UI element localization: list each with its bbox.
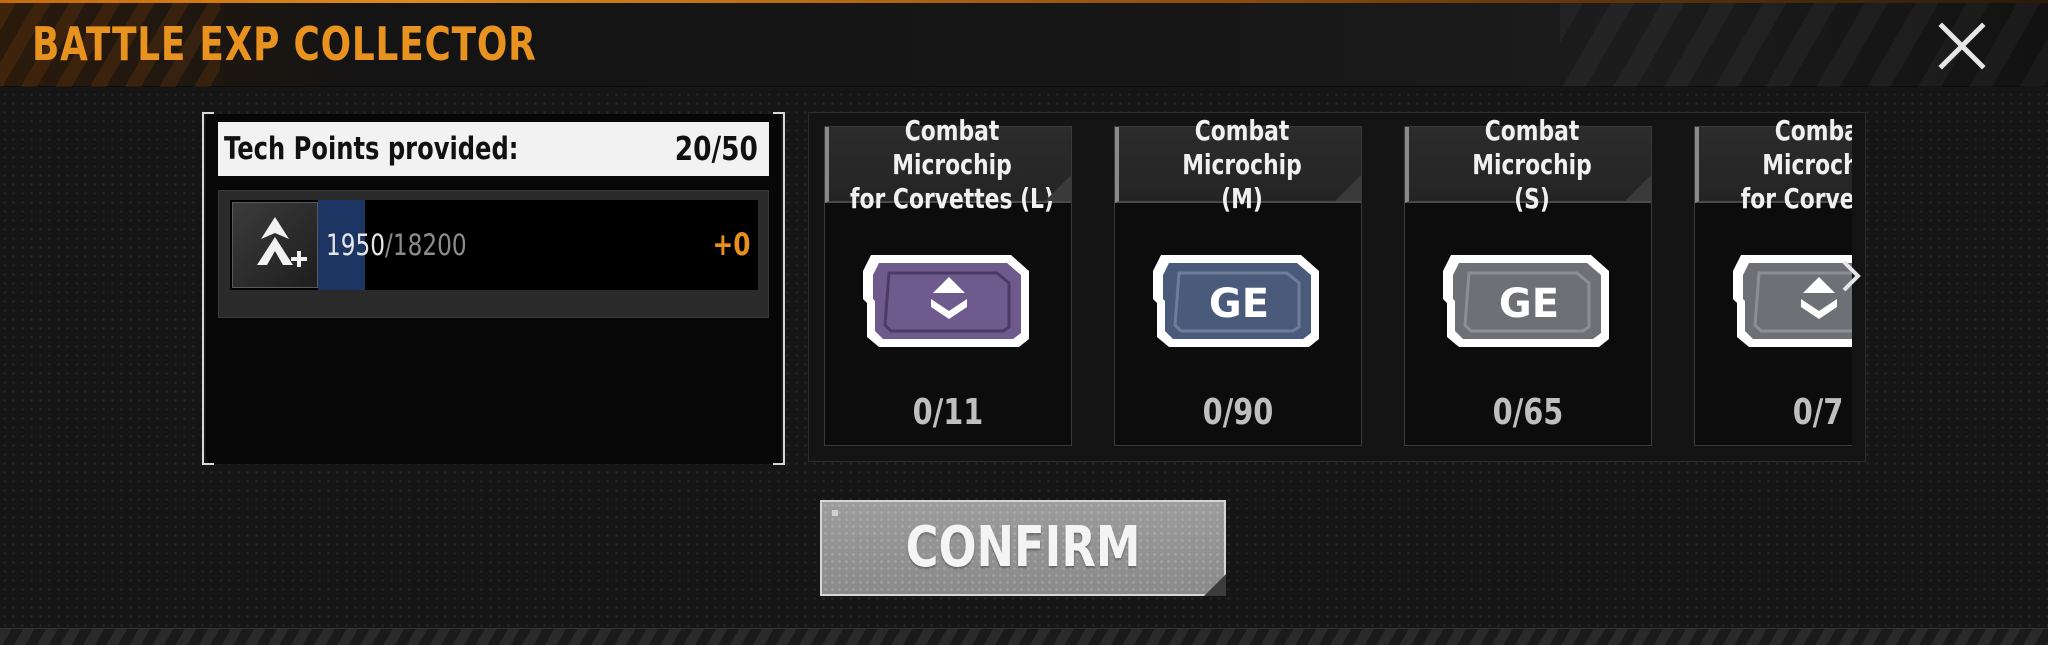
ge-chip-icon: GE [1153,255,1319,347]
confirm-label: CONFIRM [905,515,1141,580]
tech-points-label: Tech Points provided: [224,131,519,167]
card-title: Combat Microchip for Corvettes (L) [850,114,1054,215]
card-count: 0/90 [1202,392,1274,433]
microchip-card[interactable]: Combat Microchip (M) GE 0/90 [1114,114,1362,446]
button-corner-dot [832,510,838,516]
card-title-bar: Combat Microchip (M) [1115,114,1361,215]
ge-chip-icon: GE [1443,255,1609,347]
card-count: 0/7 [1792,392,1844,433]
card-title: Combat Microchip (M) [1182,114,1302,215]
rank-up-icon [232,202,318,288]
microchip-scroll-area[interactable]: Combat Microchip for Corvettes (L) 0/11 … [808,112,1852,462]
card-title-bar: Combat Microchip (S) [1405,114,1651,215]
card-title: Combat Microchip (S) [1472,114,1592,215]
chevron-right-icon [1842,260,1861,292]
frame-corner [773,463,783,465]
frame-corner [773,112,783,114]
chevron-chip-icon [1733,255,1852,347]
exp-value: 1950/18200 [326,200,467,290]
card-title-bar: Combat Microchip for Corvettes (L) [825,114,1071,215]
card-count: 0/11 [912,392,984,433]
frame-corner [204,112,214,114]
bottom-stripes [0,628,2048,645]
frame-corner [204,463,214,465]
microchip-card[interactable]: Combat Microchip for Corvettes (L) 0/11 [824,114,1072,446]
card-title-bar: Combat Microchip for Corvettes [1695,114,1852,215]
top-accent-line [0,0,2048,3]
chip-label: GE [1499,281,1559,327]
microchip-card[interactable]: Combat Microchip (S) GE 0/65 [1404,114,1652,446]
scroll-right-button[interactable] [1840,258,1862,294]
close-icon [1938,22,1986,70]
card-count: 0/65 [1492,392,1564,433]
chevron-chip-icon [863,255,1029,347]
chip-label: GE [1209,281,1269,327]
card-title: Combat Microchip for Corvettes [1740,114,1852,215]
tech-points-value: 20/50 [674,129,758,168]
page-title: BATTLE EXP COLLECTOR [32,17,537,71]
microchip-card[interactable]: Combat Microchip for Corvettes 0/7 [1694,114,1852,446]
exp-current: 1950 [326,228,386,262]
exp-max: /18200 [385,228,467,262]
confirm-button[interactable]: CONFIRM [820,500,1226,596]
exp-gain: +0 [712,227,751,263]
close-button[interactable] [1936,20,1988,72]
